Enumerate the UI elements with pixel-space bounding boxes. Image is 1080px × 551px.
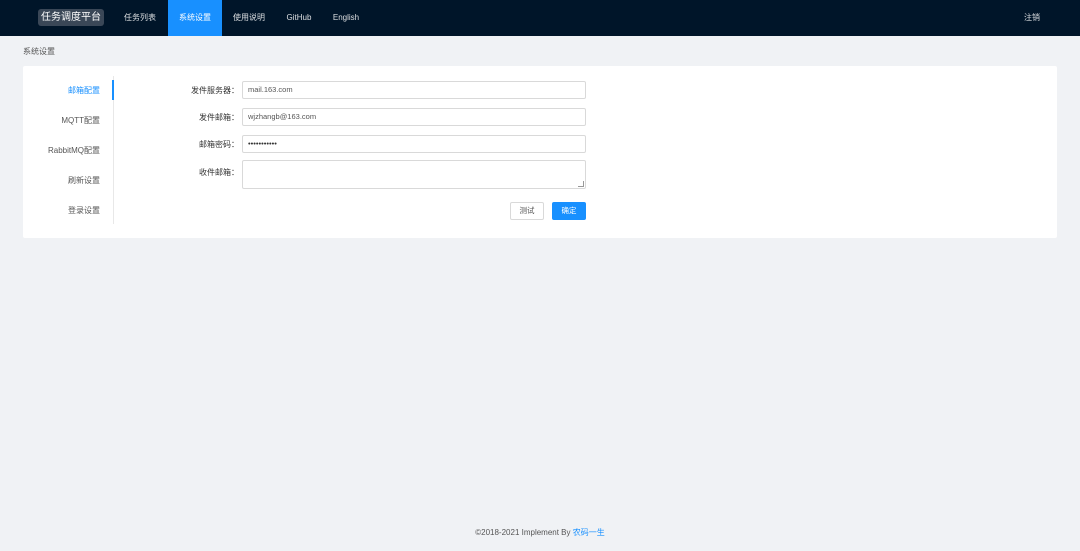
resize-handle-icon[interactable] [578, 181, 584, 187]
form-row-receiver: 收件邮箱： [143, 160, 586, 189]
test-button[interactable]: 测试 [510, 202, 544, 220]
footer-copyright: ©2018-2021 Implement By [475, 528, 573, 537]
nav-item-usage-guide[interactable]: 使用说明 [226, 0, 272, 36]
sender-label: 发件邮箱： [199, 113, 239, 122]
footer-author-link[interactable]: 农码一生 [573, 528, 605, 537]
password-input[interactable]: ••••••••••• [242, 135, 586, 153]
sender-email-input[interactable]: wjzhangb@163.com [242, 108, 586, 126]
nav-item-english[interactable]: English [326, 0, 366, 36]
receiver-label: 收件邮箱： [199, 168, 239, 177]
nav-item-task-list[interactable]: 任务列表 [116, 0, 164, 36]
logout-link[interactable]: 注销 [1024, 0, 1040, 36]
confirm-button[interactable]: 确定 [552, 202, 586, 220]
nav-item-github[interactable]: GitHub [280, 0, 318, 36]
brand-logo[interactable]: 任务调度平台 [38, 9, 104, 26]
side-item-refresh-settings[interactable]: 刷新设置 [23, 166, 113, 196]
nav-item-system-settings[interactable]: 系统设置 [168, 0, 222, 36]
footer: ©2018-2021 Implement By 农码一生 [0, 527, 1080, 538]
side-item-email-config[interactable]: 邮箱配置 [23, 76, 114, 106]
side-item-login-settings[interactable]: 登录设置 [23, 196, 113, 226]
side-item-mqtt-config[interactable]: MQTT配置 [23, 106, 113, 136]
breadcrumb: 系统设置 [23, 47, 55, 56]
settings-card: 邮箱配置 MQTT配置 RabbitMQ配置 刷新设置 登录设置 发件服务器： … [23, 66, 1057, 238]
receiver-email-textarea[interactable] [242, 160, 586, 189]
form-row-sender: 发件邮箱： wjzhangb@163.com [143, 108, 586, 126]
form-row-password: 邮箱密码： ••••••••••• [143, 135, 586, 153]
top-navbar: 任务调度平台 任务列表 系统设置 使用说明 GitHub English 注销 [0, 0, 1080, 36]
settings-side-menu: 邮箱配置 MQTT配置 RabbitMQ配置 刷新设置 登录设置 [23, 76, 114, 224]
form-row-smtp: 发件服务器： mail.163.com [143, 81, 586, 99]
side-item-rabbitmq-config[interactable]: RabbitMQ配置 [23, 136, 113, 166]
password-label: 邮箱密码： [199, 140, 239, 149]
smtp-server-input[interactable]: mail.163.com [242, 81, 586, 99]
smtp-label: 发件服务器： [191, 86, 239, 95]
